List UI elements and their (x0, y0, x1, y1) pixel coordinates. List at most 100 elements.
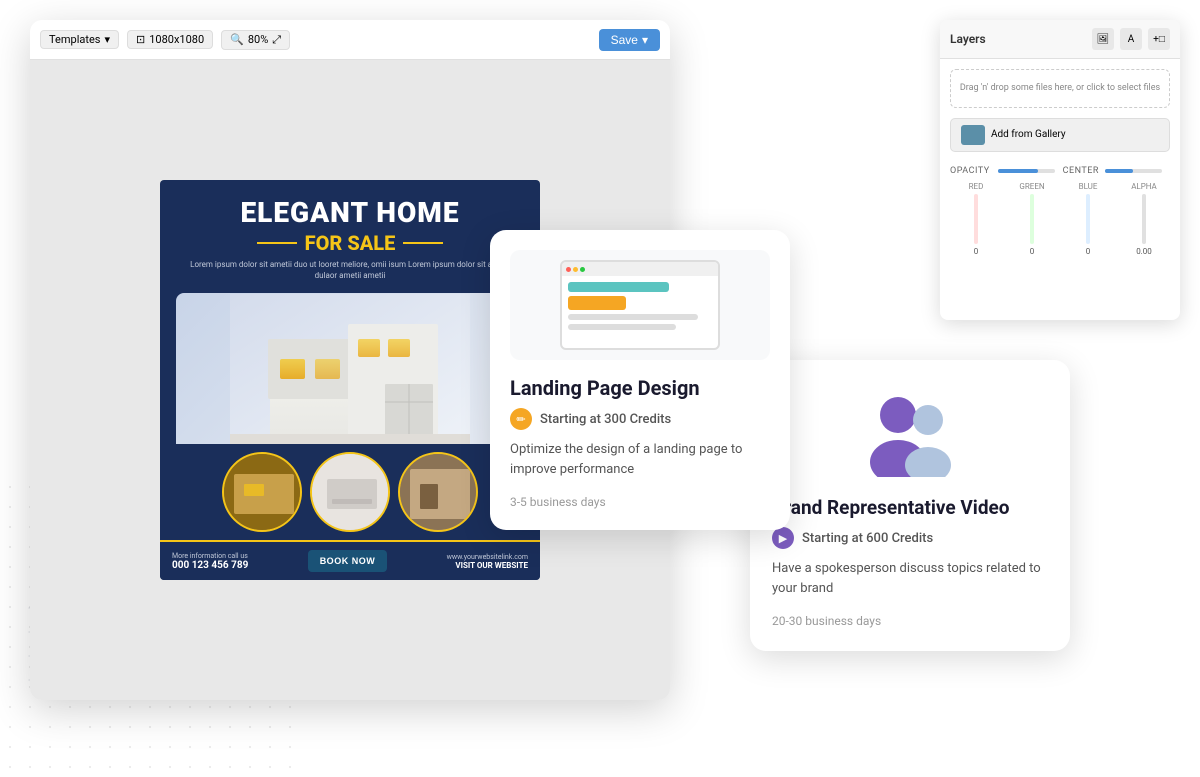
gallery-icon (961, 125, 985, 145)
opacity-label: OPACITY (950, 166, 990, 176)
book-now-button[interactable]: BOOK NOW (308, 550, 388, 572)
add-from-gallery-button[interactable]: Add from Gallery (950, 118, 1170, 152)
flyer-thumbnails (160, 444, 540, 540)
mini-dot-yellow (573, 267, 578, 272)
upload-text: Drag 'n' drop some files here, or click … (959, 82, 1161, 95)
layers-sliders: OPACITY CENTER RED 0 (950, 162, 1170, 260)
layers-body: Drag 'n' drop some files here, or click … (940, 59, 1180, 270)
zoom-control[interactable]: 🔍 80% ⤢ (221, 30, 290, 50)
mini-dot-red (566, 267, 571, 272)
size-value: 1080x1080 (149, 33, 204, 46)
blue-value: 0 (1086, 247, 1091, 256)
templates-label: Templates (49, 33, 100, 46)
flyer-description: Lorem ipsum dolor sit ametii duo ut loor… (180, 259, 520, 281)
layers-panel-header: Layers 🖼 A +□ (940, 20, 1180, 59)
blue-slider[interactable] (1086, 194, 1090, 244)
alpha-slider-col: ALPHA 0.00 (1118, 182, 1170, 256)
zoom-icon: 🔍 (230, 33, 244, 46)
blue-slider-col: BLUE 0 (1062, 182, 1114, 256)
house-svg (230, 294, 470, 444)
red-slider-col: RED 0 (950, 182, 1002, 256)
avatar-svg (850, 387, 970, 477)
center-slider[interactable] (1105, 169, 1162, 173)
landing-card-days: 3-5 business days (510, 495, 606, 509)
templates-dropdown[interactable]: Templates ▾ (40, 30, 119, 49)
layers-icon-text[interactable]: A (1120, 28, 1142, 50)
red-label: RED (969, 182, 984, 191)
mini-block-gray1 (568, 314, 698, 320)
mini-dot-green (580, 267, 585, 272)
add-gallery-label: Add from Gallery (991, 129, 1066, 140)
zoom-value: 80% (248, 33, 268, 46)
flyer-canvas: ELEGANT HOME FOR SALE Lorem ipsum dolor … (160, 180, 540, 580)
red-value: 0 (974, 247, 979, 256)
templates-arrow: ▾ (104, 33, 110, 46)
flyer-header: ELEGANT HOME FOR SALE Lorem ipsum dolor … (160, 180, 540, 293)
landing-credits-text: Starting at 300 Credits (540, 412, 671, 427)
mini-browser-bar (562, 262, 718, 276)
landing-page-card: Landing Page Design ✏ Starting at 300 Cr… (490, 230, 790, 530)
layers-icon-image[interactable]: 🖼 (1092, 28, 1114, 50)
blue-label: BLUE (1079, 182, 1098, 191)
landing-card-credits: ✏ Starting at 300 Credits (510, 408, 770, 430)
landing-card-preview (510, 250, 770, 360)
scene: +++++ +++++ +++++ +++++ Templates ▾ ⊡ 10… (0, 0, 1200, 777)
green-label: GREEN (1019, 182, 1044, 191)
save-label: Save (611, 33, 638, 47)
green-slider[interactable] (1030, 194, 1034, 244)
layers-panel-title: Layers (950, 32, 986, 46)
mini-block-teal (568, 282, 669, 292)
mini-browser-content (562, 276, 718, 336)
resize-icon: ⊡ (136, 33, 145, 46)
thumbnail-1 (222, 452, 302, 532)
zoom-expand-icon: ⤢ (272, 33, 281, 47)
layers-panel: Layers 🖼 A +□ Drag 'n' drop some files h… (940, 20, 1180, 320)
opacity-fill (998, 169, 1038, 173)
brand-credits-icon: ▶ (772, 527, 794, 549)
mini-block-gray2 (568, 324, 676, 330)
save-button[interactable]: Save ▾ (599, 29, 660, 51)
book-now-label: BOOK NOW (320, 556, 376, 566)
phone-number: 000 123 456 789 (172, 560, 248, 571)
save-dropdown-arrow: ▾ (642, 33, 648, 47)
visit-website-label: VISIT OUR WEBSITE (447, 561, 528, 570)
brand-card-credits: ▶ Starting at 600 Credits (772, 527, 1048, 549)
upload-area[interactable]: Drag 'n' drop some files here, or click … (950, 69, 1170, 108)
mini-browser (560, 260, 720, 350)
footer-website: www.yourwebsitelink.com VISIT OUR WEBSIT… (447, 553, 528, 570)
contact-label: More information call us (172, 552, 248, 560)
flyer-subtitle: FOR SALE (180, 231, 520, 255)
size-input[interactable]: ⊡ 1080x1080 (127, 30, 213, 49)
brand-avatar-image (772, 382, 1048, 482)
thumbnail-2 (310, 452, 390, 532)
green-value: 0 (1030, 247, 1035, 256)
alpha-label: ALPHA (1131, 182, 1157, 191)
flyer-footer: More information call us 000 123 456 789… (160, 540, 540, 580)
brand-representative-card: Brand Representative Video ▶ Starting at… (750, 360, 1070, 651)
brand-card-description: Have a spokesperson discuss topics relat… (772, 559, 1048, 598)
flyer-hero-image (176, 293, 524, 444)
alpha-slider[interactable] (1142, 194, 1146, 244)
flyer-title: ELEGANT HOME (180, 198, 520, 229)
mini-block-orange (568, 296, 626, 310)
landing-card-title: Landing Page Design (510, 376, 770, 400)
brand-credits-text: Starting at 600 Credits (802, 531, 933, 546)
opacity-slider[interactable] (998, 169, 1055, 173)
layers-icon-add[interactable]: +□ (1148, 28, 1170, 50)
alpha-value: 0.00 (1136, 247, 1152, 256)
center-fill (1105, 169, 1134, 173)
editor-toolbar: Templates ▾ ⊡ 1080x1080 🔍 80% ⤢ Save ▾ (30, 20, 670, 60)
red-slider[interactable] (974, 194, 978, 244)
center-label: CENTER (1063, 166, 1099, 176)
opacity-row: OPACITY CENTER (950, 166, 1170, 176)
footer-contact: More information call us 000 123 456 789 (172, 552, 248, 571)
website-url: www.yourwebsitelink.com (447, 553, 528, 561)
green-slider-col: GREEN 0 (1006, 182, 1058, 256)
color-sliders: RED 0 GREEN 0 BLUE (950, 182, 1170, 256)
thumbnail-3 (398, 452, 478, 532)
landing-card-description: Optimize the design of a landing page to… (510, 440, 770, 479)
brand-card-title: Brand Representative Video (772, 496, 1048, 519)
layers-panel-icons: 🖼 A +□ (1092, 28, 1170, 50)
credits-icon: ✏ (510, 408, 532, 430)
brand-card-days: 20-30 business days (772, 614, 881, 628)
